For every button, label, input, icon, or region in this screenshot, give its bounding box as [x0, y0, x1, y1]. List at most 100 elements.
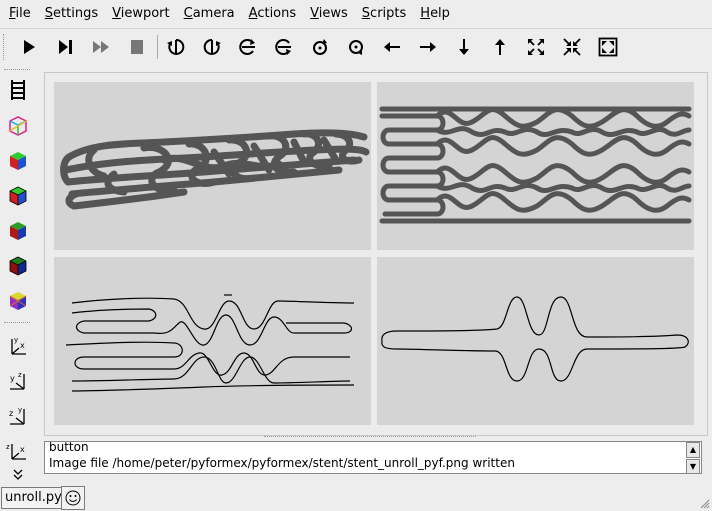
step-icon: [59, 40, 72, 54]
render-toolbar: xy yz zy xz: [0, 66, 36, 486]
splitter-handle[interactable]: [264, 436, 476, 440]
svg-text:z: z: [18, 371, 22, 379]
smiley-button[interactable]: [61, 486, 85, 510]
status-bar: unroll.py: [0, 484, 712, 511]
menu-views[interactable]: Views: [305, 3, 353, 25]
flat-wire-button[interactable]: [5, 252, 31, 280]
stent-unrolled-mesh: [379, 106, 692, 224]
current-script-button[interactable]: unroll.py: [1, 487, 66, 509]
menu-bar: File Settings Viewport Camera Actions Vi…: [0, 0, 712, 27]
transparency-icon: [9, 292, 27, 310]
svg-text:x: x: [20, 341, 25, 350]
pan-down-icon: [459, 39, 469, 55]
rotate-up-icon: [239, 39, 255, 55]
axes-z-icon: zy: [9, 406, 25, 425]
axes-z2-button[interactable]: xz: [5, 437, 31, 465]
menu-help[interactable]: Help: [415, 3, 455, 25]
svg-text:z: z: [9, 409, 13, 418]
zoom-in-button[interactable]: [523, 35, 549, 59]
zoom-all-button[interactable]: [595, 35, 621, 59]
step-button[interactable]: [52, 35, 78, 59]
rotate-left-button[interactable]: [163, 35, 189, 59]
continue-icon: [93, 41, 109, 53]
message-scrollbar[interactable]: ▲ ▼: [686, 442, 700, 473]
rotate-cw-button[interactable]: [343, 35, 369, 59]
rotate-up-button[interactable]: [235, 35, 261, 59]
smiley-icon: [65, 490, 81, 506]
axes-x-button[interactable]: xy: [5, 332, 31, 360]
zoom-all-icon: [598, 37, 618, 57]
stop-button[interactable]: [124, 35, 150, 59]
rotate-cw-icon: [349, 40, 363, 55]
smooth-wire-icon: [9, 186, 27, 206]
flat-icon: [10, 222, 26, 240]
svg-text:z: z: [6, 443, 10, 451]
axes-y-icon: yz: [10, 371, 25, 390]
scroll-up-button[interactable]: ▲: [686, 442, 700, 458]
rotate-down-icon: [275, 39, 291, 55]
play-button[interactable]: [16, 35, 42, 59]
zoom-out-icon: [563, 38, 581, 56]
more-chevron[interactable]: [5, 466, 31, 482]
rotate-right-button[interactable]: [199, 35, 225, 59]
chevron-down-icon: [13, 469, 23, 480]
menu-actions[interactable]: Actions: [244, 3, 302, 25]
svg-text:y: y: [14, 336, 18, 344]
axes-y-button[interactable]: yz: [5, 367, 31, 395]
resize-grip-icon[interactable]: [700, 499, 710, 509]
message-line-2: Image file /home/peter/pyformex/pyformex…: [49, 456, 515, 470]
rotate-down-button[interactable]: [271, 35, 297, 59]
menu-camera[interactable]: Camera: [179, 3, 240, 25]
message-line-1: button: [49, 441, 89, 454]
pan-left-icon: [384, 42, 400, 52]
stent-3d-mesh: [60, 129, 370, 210]
stent-lines-mesh: [65, 294, 355, 392]
message-board[interactable]: button Image file /home/peter/pyformex/p…: [44, 441, 702, 474]
toolbar-grip[interactable]: [3, 34, 7, 60]
arrow-down-icon: ▼: [689, 462, 697, 471]
viewport-stent-strut[interactable]: [377, 257, 694, 425]
wireframe-button[interactable]: [5, 112, 31, 140]
rotate-left-icon: [167, 38, 185, 55]
smooth-icon: [10, 152, 26, 170]
smooth-button[interactable]: [5, 147, 31, 175]
svg-text:y: y: [10, 374, 15, 383]
left-toolbar-grip[interactable]: [4, 69, 30, 73]
menu-scripts[interactable]: Scripts: [357, 3, 412, 25]
axes-x-icon: xy: [11, 336, 26, 355]
rotate-ccw-icon: [313, 39, 327, 55]
rotate-right-icon: [203, 38, 221, 55]
pan-left-button[interactable]: [379, 35, 405, 59]
ladder-button[interactable]: [5, 76, 31, 104]
left-toolbar-grip-2[interactable]: [4, 322, 30, 326]
transparency-button[interactable]: [5, 287, 31, 315]
smooth-wire-button[interactable]: [5, 182, 31, 210]
viewport-stent-unrolled-thick[interactable]: [377, 82, 694, 250]
pan-right-icon: [420, 42, 436, 52]
menu-settings[interactable]: Settings: [40, 3, 103, 25]
axes-z-button[interactable]: zy: [5, 402, 31, 430]
pan-down-button[interactable]: [451, 35, 477, 59]
flat-wire-icon: [9, 256, 27, 276]
pan-up-icon: [495, 39, 505, 55]
main-toolbar: [0, 28, 712, 65]
axes-z2-icon: xz: [6, 443, 26, 460]
pan-right-button[interactable]: [415, 35, 441, 59]
viewport-stent-lines[interactable]: [54, 257, 371, 425]
rotate-ccw-button[interactable]: [307, 35, 333, 59]
zoom-out-button[interactable]: [559, 35, 585, 59]
svg-text:x: x: [20, 445, 25, 454]
stop-icon: [131, 40, 143, 54]
pan-up-button[interactable]: [487, 35, 513, 59]
viewport-stent-3d[interactable]: [54, 82, 371, 250]
menu-file[interactable]: File: [4, 3, 36, 25]
svg-text:y: y: [18, 406, 22, 414]
scroll-down-button[interactable]: ▼: [686, 459, 700, 473]
zoom-in-icon: [528, 39, 544, 55]
toolbar-separator: [157, 35, 158, 59]
arrow-up-icon: ▲: [689, 445, 697, 454]
flat-button[interactable]: [5, 217, 31, 245]
menu-viewport[interactable]: Viewport: [107, 3, 175, 25]
continue-button[interactable]: [88, 35, 114, 59]
stent-strut-mesh: [381, 296, 689, 382]
